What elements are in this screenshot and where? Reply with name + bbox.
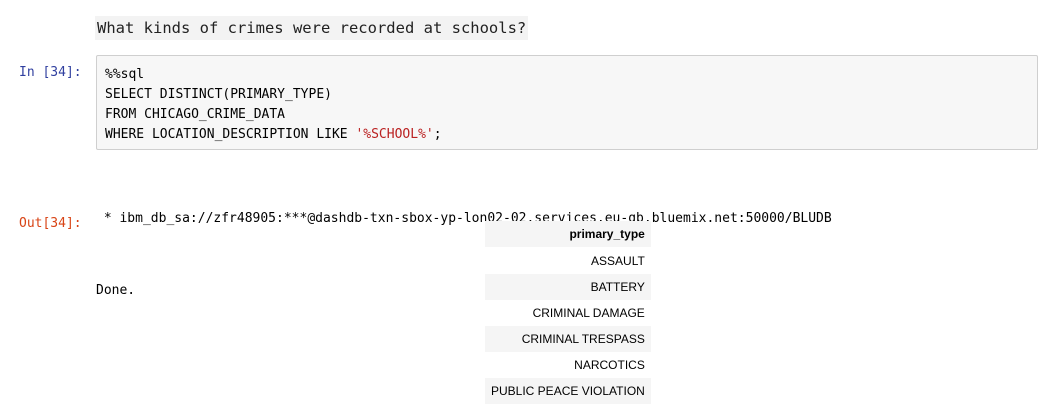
table-row: NARCOTICS [485, 352, 651, 378]
table-row: ASSAULT [485, 247, 651, 274]
code-line-select: SELECT DISTINCT(PRIMARY_TYPE) [105, 87, 332, 102]
table-row: PUBLIC PEACE VIOLATION [485, 378, 651, 404]
code-where-keyword-text: WHERE LOCATION_DESCRIPTION LIKE [105, 127, 356, 142]
markdown-cell[interactable]: What kinds of crimes were recorded at sc… [95, 16, 1035, 40]
table-row: CRIMINAL TRESPASS [485, 326, 651, 352]
table-cell: PUBLIC PEACE VIOLATION [485, 378, 651, 404]
markdown-question-text: What kinds of crimes were recorded at sc… [95, 16, 529, 40]
code-terminator: ; [433, 127, 442, 142]
table-row: CRIMINAL DAMAGE [485, 300, 651, 326]
code-string-literal: '%SCHOOL%' [355, 127, 434, 142]
result-table-container: primary_type ASSAULT BATTERY CRIMINAL DA… [485, 221, 651, 404]
table-header-row: primary_type [485, 221, 651, 248]
table-cell: BATTERY [485, 274, 651, 300]
table-cell: CRIMINAL DAMAGE [485, 300, 651, 326]
table-cell: CRIMINAL TRESPASS [485, 326, 651, 352]
column-header-primary-type: primary_type [485, 221, 651, 248]
code-line-magic: %%sql [105, 67, 145, 82]
table-cell: ASSAULT [485, 247, 651, 274]
code-line-where: WHERE LOCATION_DESCRIPTION LIKE '%SCHOOL… [105, 125, 1029, 145]
table-row: BATTERY [485, 274, 651, 300]
output-prompt: Out[34]: [19, 216, 82, 231]
code-editor[interactable]: %%sql SELECT DISTINCT(PRIMARY_TYPE) FROM… [96, 55, 1038, 150]
result-table: primary_type ASSAULT BATTERY CRIMINAL DA… [485, 221, 651, 404]
code-line-from: FROM CHICAGO_CRIME_DATA [105, 107, 286, 122]
table-cell: NARCOTICS [485, 352, 651, 378]
input-prompt: In [34]: [19, 65, 82, 80]
